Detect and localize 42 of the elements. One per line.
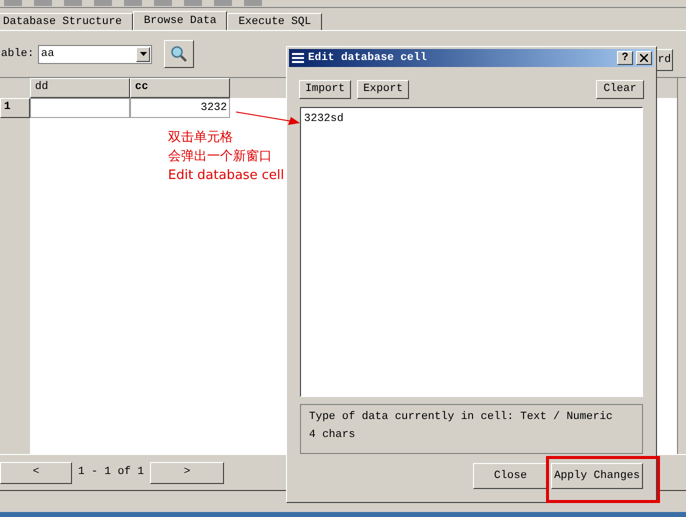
toolbar-icon[interactable]: [64, 0, 82, 6]
annotation-text: 双击单元格: [168, 129, 234, 147]
search-icon: [170, 45, 188, 63]
toolbar-icon[interactable]: [244, 0, 262, 6]
search-button[interactable]: [164, 40, 194, 68]
database-icon: [291, 52, 305, 64]
cell-value-field[interactable]: 3232sd: [300, 107, 643, 397]
table-select[interactable]: aa: [38, 44, 152, 64]
dialog-title: Edit database cell: [308, 50, 428, 66]
toolbar-icon[interactable]: [184, 0, 202, 6]
help-button[interactable]: ?: [617, 51, 633, 65]
toolbar-icon[interactable]: [124, 0, 142, 6]
clear-button[interactable]: Clear: [596, 80, 644, 99]
close-icon: [640, 54, 648, 62]
toolbar-icon[interactable]: [154, 0, 172, 6]
previous-page-button[interactable]: <: [0, 462, 72, 484]
dialog-button[interactable]: Apply Changes: [551, 463, 643, 489]
dialog-button[interactable]: Close: [473, 463, 548, 489]
arrow: [236, 110, 300, 126]
annotation-text: 会弹出一个新窗口: [168, 148, 273, 166]
info-text: Type of data currently in cell: Text / Numeric: [309, 410, 614, 425]
row-header[interactable]: 1: [0, 98, 30, 118]
table-label: able:: [1, 46, 34, 62]
toolbar-button[interactable]: rd: [656, 49, 673, 71]
next-page-button[interactable]: >: [150, 462, 224, 484]
dialog-button[interactable]: Export: [357, 80, 409, 99]
close-button[interactable]: [636, 51, 652, 65]
annotation-text: Edit database cell: [168, 167, 284, 185]
tab[interactable]: Execute SQL: [227, 13, 322, 30]
column-header[interactable]: dd: [30, 78, 130, 98]
toolbar-icon[interactable]: [4, 0, 22, 6]
toolbar-icon[interactable]: [214, 0, 232, 6]
table-cell: 3232: [130, 98, 230, 118]
page-range: 1 - 1 of 1: [77, 465, 146, 480]
tab[interactable]: Browse Data: [132, 11, 228, 30]
column-header[interactable]: cc: [130, 78, 230, 98]
dialog-button[interactable]: Import: [299, 80, 351, 99]
info-text: 4 chars: [309, 428, 356, 443]
dropdown-icon: [136, 46, 150, 62]
toolbar-icon[interactable]: [34, 0, 52, 6]
tab[interactable]: Database Structure: [0, 13, 133, 30]
toolbar-icon[interactable]: [94, 0, 112, 6]
